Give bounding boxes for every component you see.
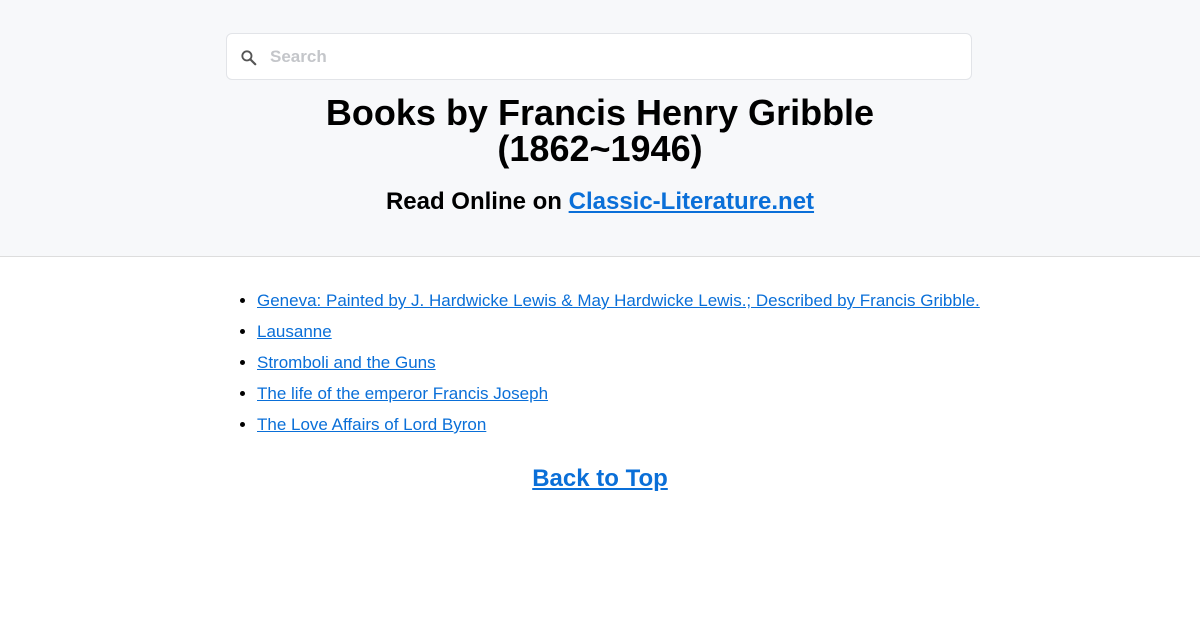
page-title-line1: Books by Francis Henry Gribble bbox=[325, 92, 875, 133]
book-link[interactable]: Geneva: Painted by J. Hardwicke Lewis & … bbox=[257, 291, 980, 310]
book-link[interactable]: The Love Affairs of Lord Byron bbox=[257, 415, 486, 434]
subtitle-prefix: Read Online on bbox=[385, 188, 569, 215]
search-icon bbox=[239, 48, 259, 68]
book-link[interactable]: Lausanne bbox=[257, 322, 332, 341]
search-box[interactable] bbox=[226, 33, 972, 80]
subtitle: Read Online on Classic-Literature.net bbox=[200, 187, 1000, 217]
book-list: Geneva: Painted by J. Hardwicke Lewis & … bbox=[237, 288, 980, 443]
search-input[interactable] bbox=[270, 34, 960, 79]
book-link[interactable]: The life of the emperor Francis Joseph bbox=[257, 384, 548, 403]
page-header: Books by Francis Henry Gribble (1862~194… bbox=[0, 0, 1200, 257]
list-item: Stromboli and the Guns bbox=[257, 350, 980, 381]
page-title: Books by Francis Henry Gribble (1862~194… bbox=[200, 95, 1000, 167]
book-link[interactable]: Stromboli and the Guns bbox=[257, 353, 436, 372]
list-item: The Love Affairs of Lord Byron bbox=[257, 412, 980, 443]
list-item: Geneva: Painted by J. Hardwicke Lewis & … bbox=[257, 288, 980, 319]
site-link[interactable]: Classic-Literature.net bbox=[569, 188, 814, 215]
back-to-top-link[interactable]: Back to Top bbox=[532, 465, 668, 492]
list-item: The life of the emperor Francis Joseph bbox=[257, 381, 980, 412]
page-title-line2: (1862~1946) bbox=[497, 128, 703, 169]
back-to-top: Back to Top bbox=[400, 463, 800, 495]
list-item: Lausanne bbox=[257, 319, 980, 350]
